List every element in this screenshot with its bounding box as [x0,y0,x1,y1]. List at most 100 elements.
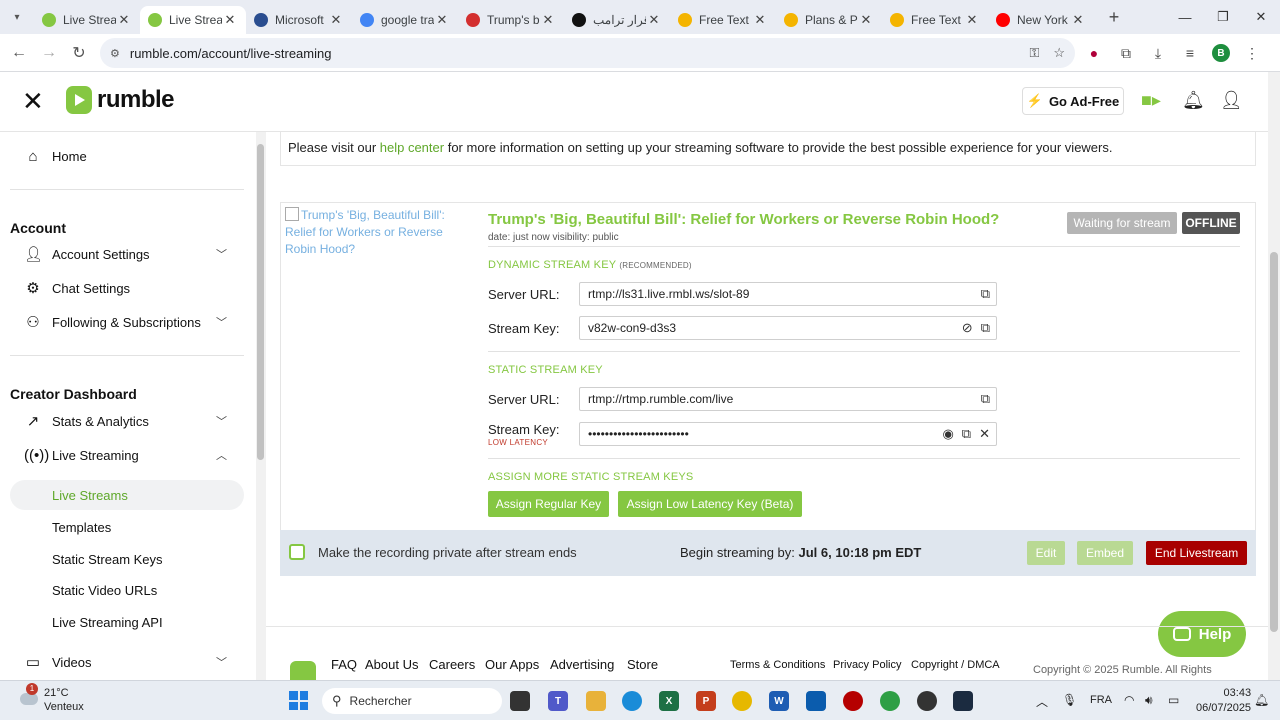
page-scroll-thumb[interactable] [1270,252,1278,632]
tab-close-icon[interactable]: ✕ [116,12,132,28]
browser-tab[interactable]: google tra ✕ [352,6,458,34]
sidebar-subitem-static-video-urls[interactable]: Static Video URLs [52,583,157,598]
end-livestream-button[interactable]: End Livestream [1146,541,1247,565]
edit-button[interactable]: Edit [1027,541,1065,565]
static-stream-key-field[interactable]: •••••••••••••••••••••••• ◉ ⧉ ✕ [579,422,997,446]
chevron-down-icon[interactable]: ﹀ [216,246,227,262]
go-adfree-button[interactable]: ⚡ Go Ad-Free [1022,87,1124,115]
tab-close-icon[interactable]: ✕ [328,12,344,28]
footer-link-careers[interactable]: Careers [429,657,475,672]
app-icon[interactable] [953,691,973,711]
password-key-icon[interactable]: ⚿ [1029,45,1039,61]
language-indicator[interactable]: FRA [1090,694,1112,706]
back-icon[interactable]: ← [4,44,34,62]
footer-link-terms[interactable]: Terms & Conditions [730,659,825,671]
footer-link-about[interactable]: About Us [365,657,418,672]
windows-start-icon[interactable] [289,691,308,710]
browser-tab[interactable]: Free Text t ✕ [882,6,988,34]
tab-search-icon[interactable]: ▾ [0,12,34,23]
word-icon[interactable]: W [769,691,789,711]
footer-link-apps[interactable]: Our Apps [485,657,539,672]
eye-icon[interactable]: ◉ [942,426,953,442]
site-info-icon[interactable]: ⚙ [110,47,120,60]
sidebar-subitem-templates[interactable]: Templates [52,520,111,535]
tab-close-icon[interactable]: ✕ [222,12,238,28]
extensions-puzzle-icon[interactable]: ⧉ [1116,45,1136,62]
help-center-link[interactable]: help center [380,140,444,155]
wifi-icon[interactable]: ◠ [1124,693,1134,707]
user-account-icon[interactable]: 👤︎ [1220,90,1243,111]
minimize-icon[interactable]: — [1166,0,1204,34]
browser-tab[interactable]: Free Text t ✕ [670,6,776,34]
rumble-logo[interactable]: rumble [66,86,175,114]
microphone-icon[interactable]: 🎙︎ [1062,693,1077,707]
browser-tab[interactable]: Trump's b ✕ [458,6,564,34]
stream-title[interactable]: Trump's 'Big, Beautiful Bill': Relief fo… [488,211,999,228]
powerpoint-icon[interactable]: P [696,691,716,711]
browser-menu-icon[interactable]: ⋮ [1242,45,1262,62]
extension-icon[interactable]: ● [1084,45,1104,61]
close-menu-icon[interactable]: ✕ [22,88,44,114]
profile-avatar[interactable]: B [1212,44,1230,62]
private-recording-checkbox[interactable] [289,544,305,560]
copy-icon[interactable]: ⧉ [981,391,990,407]
reload-icon[interactable]: ↻ [64,43,94,63]
dynamic-stream-key-field[interactable]: v82w-con9-d3s3 ⊘ ⧉ [579,316,997,340]
bookmark-star-icon[interactable]: ☆ [1053,45,1065,61]
sidebar-subitem-live-streams[interactable]: Live Streams [52,488,128,503]
copy-icon[interactable]: ⧉ [981,286,990,302]
copy-icon[interactable]: ⧉ [962,426,971,442]
media-control-icon[interactable]: ≡ [1180,45,1200,61]
remove-x-icon[interactable]: ✕ [979,426,990,442]
forward-icon[interactable]: → [34,44,64,62]
browser-tab[interactable]: Live Strean✕ [34,6,140,34]
assign-regular-key-button[interactable]: Assign Regular Key [488,491,609,517]
private-recording-label[interactable]: Make the recording private after stream … [318,545,577,560]
go-live-camera-icon[interactable]: ■▸ [1141,90,1161,111]
excel-icon[interactable]: X [659,691,679,711]
tab-close-icon[interactable]: ✕ [858,12,874,28]
stream-thumbnail[interactable]: Trump's 'Big, Beautiful Bill': Relief fo… [285,207,455,258]
embed-button[interactable]: Embed [1077,541,1133,565]
footer-link-faq[interactable]: FAQ [331,657,357,672]
tab-close-icon[interactable]: ✕ [752,12,768,28]
tab-close-icon[interactable]: ✕ [1070,12,1086,28]
chrome-icon[interactable] [732,691,752,711]
tab-close-icon[interactable]: ✕ [434,12,450,28]
footer-link-copyright[interactable]: Copyright / DMCA [911,659,1000,671]
chevron-up-icon[interactable]: ︿ [216,447,227,463]
battery-icon[interactable]: ▭ [1168,693,1179,707]
window-close-icon[interactable]: ✕ [1242,0,1280,34]
footer-link-store[interactable]: Store [627,657,658,672]
taskbar-search[interactable]: ⚲ Rechercher [322,688,502,714]
copy-icon[interactable]: ⧉ [981,320,990,336]
davinci-icon[interactable] [917,691,937,711]
tab-close-icon[interactable]: ✕ [540,12,556,28]
tab-close-icon[interactable]: ✕ [964,12,980,28]
file-explorer-icon[interactable] [586,691,606,711]
sidebar-scroll-thumb[interactable] [257,144,264,460]
task-view-icon[interactable] [510,691,530,711]
footer-link-privacy[interactable]: Privacy Policy [833,659,901,671]
browser-tab[interactable]: New York ✕ [988,6,1094,34]
new-tab-button[interactable]: + [1100,7,1128,28]
address-bar[interactable]: ⚙ rumble.com/account/live-streaming ⚿ ☆ [100,38,1075,68]
downloads-icon[interactable]: ⤓ [1148,45,1168,62]
sidebar-subitem-live-streaming-api[interactable]: Live Streaming API [52,615,163,630]
notification-bell-icon[interactable]: 🔔︎ [1254,693,1269,707]
store-icon[interactable] [806,691,826,711]
dynamic-server-url-field[interactable]: rtmp://ls31.live.rmbl.ws/slot-89 ⧉ [579,282,997,306]
chrome-profile-icon[interactable] [880,691,900,711]
taskbar-clock[interactable]: 03:43 06/07/2025 [1196,686,1251,716]
chevron-down-icon[interactable]: ﹀ [216,314,227,330]
browser-tab[interactable]: Microsoft ✕ [246,6,352,34]
eye-off-icon[interactable]: ⊘ [962,320,973,336]
footer-link-advertising[interactable]: Advertising [550,657,614,672]
browser-tab[interactable]: Live Strean✕ [140,6,246,34]
browser-tab[interactable]: Plans & Pr ✕ [776,6,882,34]
assign-low-latency-key-button[interactable]: Assign Low Latency Key (Beta) [618,491,802,517]
volume-icon[interactable]: 🔊︎ [1145,693,1153,708]
teams-icon[interactable]: T [548,691,568,711]
chevron-down-icon[interactable]: ﹀ [216,654,227,670]
static-server-url-field[interactable]: rtmp://rtmp.rumble.com/live ⧉ [579,387,997,411]
